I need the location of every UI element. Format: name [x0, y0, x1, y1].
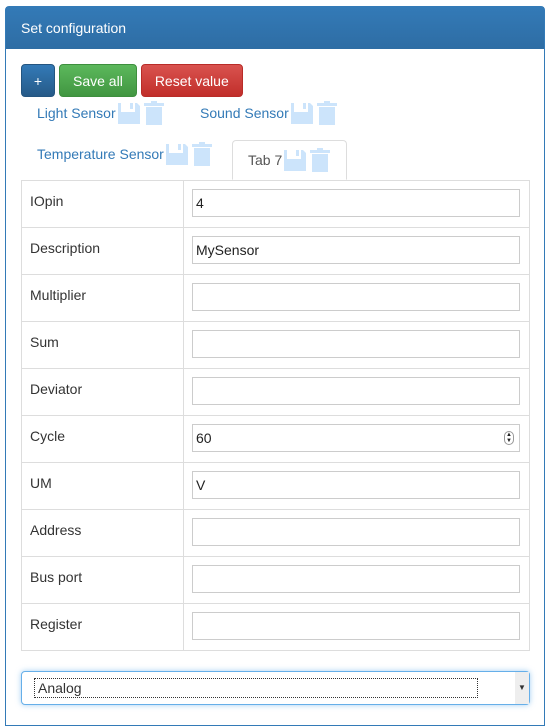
- field-label: Register: [21, 603, 184, 651]
- tab-label: Light Sensor: [37, 105, 116, 121]
- table-row: Register: [21, 603, 530, 651]
- tab-sound-sensor[interactable]: Sound Sensor: [185, 93, 353, 133]
- iopin-value: 4: [196, 195, 204, 211]
- field-label: Sum: [21, 321, 184, 369]
- tab-tab-7[interactable]: Tab 7: [232, 140, 348, 180]
- field-label: Deviator: [21, 368, 184, 416]
- table-row: Address: [21, 509, 530, 557]
- type-select-value: Analog: [34, 678, 478, 698]
- description-input[interactable]: MySensor: [192, 236, 520, 264]
- tab-label: Temperature Sensor: [37, 146, 164, 162]
- multiplier-input[interactable]: [192, 283, 520, 311]
- field-label: Cycle: [21, 415, 184, 463]
- deviator-input[interactable]: [192, 377, 520, 405]
- field-label: UM: [21, 462, 184, 510]
- save-icon[interactable]: [290, 101, 314, 125]
- bus-port-input[interactable]: [192, 565, 520, 593]
- cycle-value: 60: [196, 430, 212, 446]
- table-row: Deviator: [21, 368, 530, 416]
- field-label: Bus port: [21, 556, 184, 604]
- table-row: Description MySensor: [21, 227, 530, 275]
- trash-icon[interactable]: [316, 101, 338, 125]
- panel-title: Set configuration: [6, 7, 544, 49]
- table-row: Cycle 60 ▲ ▼: [21, 415, 530, 463]
- description-value: MySensor: [196, 242, 260, 258]
- save-icon[interactable]: [165, 142, 189, 166]
- config-panel: Set configuration + Save all Reset value…: [5, 6, 545, 726]
- table-row: UM V: [21, 462, 530, 510]
- address-input[interactable]: [192, 518, 520, 546]
- fields-table: IOpin 4 Description MySensor Multiplier Sum De…: [21, 180, 530, 651]
- field-label: Multiplier: [21, 274, 184, 322]
- tab-light-sensor[interactable]: Light Sensor: [22, 93, 180, 133]
- um-value: V: [196, 477, 206, 493]
- type-select[interactable]: Analog ▼: [21, 671, 530, 705]
- table-row: Bus port: [21, 556, 530, 604]
- trash-icon[interactable]: [309, 148, 331, 172]
- stepper-icon[interactable]: ▲ ▼: [504, 431, 514, 445]
- field-label: Address: [21, 509, 184, 557]
- register-input[interactable]: [192, 612, 520, 640]
- iopin-input[interactable]: 4: [192, 189, 520, 217]
- trash-icon[interactable]: [191, 142, 213, 166]
- um-input[interactable]: V: [192, 471, 520, 499]
- trash-icon[interactable]: [143, 101, 165, 125]
- tab-temperature-sensor[interactable]: Temperature Sensor: [22, 134, 228, 174]
- save-icon[interactable]: [117, 101, 141, 125]
- field-label: IOpin: [21, 180, 184, 228]
- save-icon[interactable]: [283, 148, 307, 172]
- field-label: Description: [21, 227, 184, 275]
- tab-label: Sound Sensor: [200, 105, 289, 121]
- cycle-input[interactable]: 60 ▲ ▼: [192, 424, 520, 452]
- table-row: Multiplier: [21, 274, 530, 322]
- chevron-down-icon: ▼: [515, 672, 529, 704]
- sum-input[interactable]: [192, 330, 520, 358]
- table-row: IOpin 4: [21, 180, 530, 228]
- tab-label: Tab 7: [248, 152, 283, 168]
- table-row: Sum: [21, 321, 530, 369]
